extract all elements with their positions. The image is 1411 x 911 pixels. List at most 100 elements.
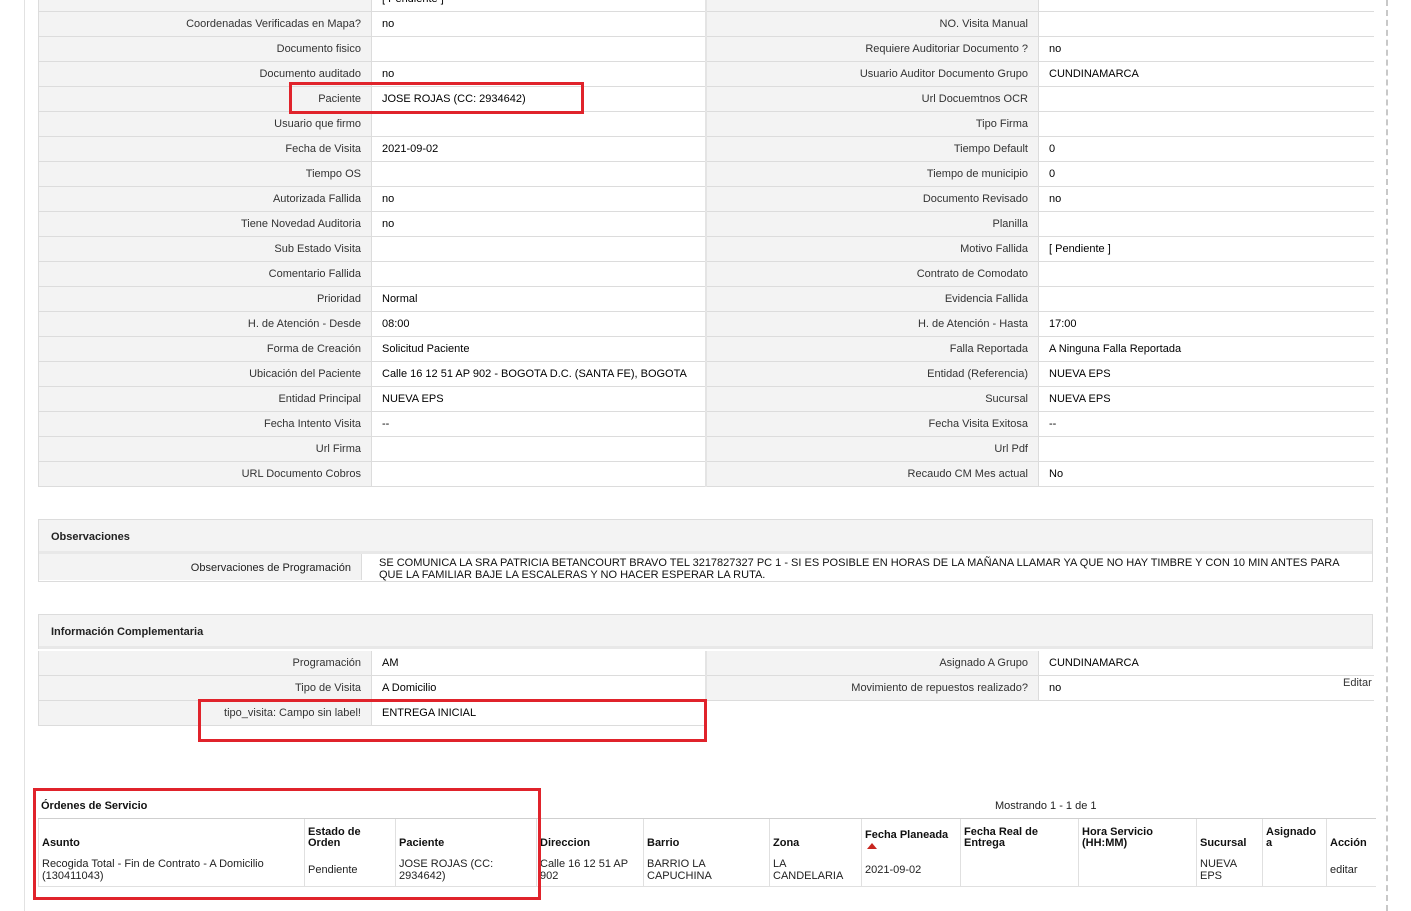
details-table: Toma de Datos GPS[ Pendiente ]Corrección… <box>38 0 1374 487</box>
ubicacion-del-paciente-label: Ubicación del Paciente <box>38 361 372 387</box>
form-row: tipo_visita: Campo sin label! ENTREGA INI… <box>38 700 1374 726</box>
observaciones-value: SE COMUNICA LA SRA PATRICIA BETANCOURT B… <box>379 557 1339 581</box>
toma-de-datos-gps-value: [ Pendiente ] <box>371 0 707 12</box>
usuario-auditor-documento-grupo-label: Usuario Auditor Documento Grupo <box>705 61 1039 87</box>
requiere-auditoriar-documento-value: no <box>1038 36 1374 62</box>
comentario-fallida-value <box>371 261 707 287</box>
column-header-label: Hora Servicio (HH:MM) <box>1082 826 1153 849</box>
order-cell-asignado-a <box>1262 854 1327 887</box>
contrato-de-comodato-value <box>1038 261 1374 287</box>
usuario-auditor-documento-grupo-value: CUNDINAMARCA <box>1038 61 1374 87</box>
autorizada-fallida-value: no <box>371 186 707 212</box>
form-row: Ubicación del Paciente Calle 16 12 51 AP … <box>38 361 1374 387</box>
tiempo-os-value <box>371 161 707 187</box>
column-header-label: Fecha Real de Entrega <box>964 826 1038 849</box>
order-row[interactable]: Recogida Total - Fin de Contrato - A Dom… <box>38 854 1376 887</box>
column-header-label: Fecha Planeada <box>865 829 949 841</box>
tiempo-default-value: 0 <box>1038 136 1374 162</box>
documento-auditado-value: no <box>371 61 707 87</box>
column-header-estado-de-orden[interactable]: Estado de Orden <box>304 818 396 854</box>
editar-link[interactable]: Editar <box>1343 677 1372 689</box>
column-header-accion[interactable]: Acción <box>1326 818 1376 854</box>
fecha-visita-exitosa-value: -- <box>1038 411 1374 437</box>
form-row: Fecha Intento Visita -- Fecha Visita Exit… <box>38 411 1374 437</box>
url-docuemtnos-ocr-label: Url Docuemtnos OCR <box>705 86 1039 112</box>
column-header-barrio[interactable]: Barrio <box>643 818 770 854</box>
order-cell-direccion: Calle 16 12 51 AP 902 <box>536 854 644 887</box>
form-row: Toma de Datos GPS[ Pendiente ]Corrección… <box>38 0 1374 12</box>
asignado-a-grupo-label: Asignado A Grupo <box>705 651 1039 676</box>
tipo-de-visita-label: Tipo de Visita <box>38 675 372 701</box>
tiempo-default-label: Tiempo Default <box>705 136 1039 162</box>
documento-revisado-label: Documento Revisado <box>705 186 1039 212</box>
tiempo-de-municipio-value: 0 <box>1038 161 1374 187</box>
tipo-de-visita-value: A Domicilio <box>371 675 707 701</box>
sucursal-label: Sucursal <box>705 386 1039 412</box>
tiempo-os-label: Tiempo OS <box>38 161 372 187</box>
form-row: H. de Atención - Desde 08:00 H. de Atenció… <box>38 311 1374 337</box>
column-header-label: Sucursal <box>1200 837 1247 849</box>
fecha-de-visita-label: Fecha de Visita <box>38 136 372 162</box>
asignado-a-grupo-value: CUNDINAMARCA <box>1038 651 1374 676</box>
toma-de-datos-gps-label: Toma de Datos GPS <box>38 0 372 12</box>
motivo-fallida-value: [ Pendiente ] <box>1038 236 1374 262</box>
column-header-direccion[interactable]: Direccion <box>536 818 644 854</box>
no-visita-manual-label: NO. Visita Manual <box>705 11 1039 37</box>
h-de-atencion-desde-value: 08:00 <box>371 311 707 337</box>
column-header-asunto[interactable]: Asunto <box>38 818 305 854</box>
tipo-visita-campo-sin-label-label: tipo_visita: Campo sin label! <box>38 700 372 726</box>
autorizada-fallida-label: Autorizada Fallida <box>38 186 372 212</box>
column-header-fecha-planeada[interactable]: Fecha Planeada <box>861 818 961 854</box>
paciente-value: JOSE ROJAS (CC: 2934642) <box>371 86 707 112</box>
column-header-fecha-real-de-entrega[interactable]: Fecha Real de Entrega <box>960 818 1079 854</box>
usuario-que-firmo-value <box>371 111 707 137</box>
column-header-label: Direccion <box>540 837 591 849</box>
form-row: Comentario Fallida Contrato de Comodato <box>38 261 1374 287</box>
order-cell-accion[interactable]: editar <box>1326 854 1376 887</box>
observaciones-header: Observaciones <box>39 520 1372 554</box>
column-header-hora-servicio-hh-mm[interactable]: Hora Servicio (HH:MM) <box>1078 818 1197 854</box>
no-visita-manual-value <box>1038 11 1374 37</box>
evidencia-fallida-value <box>1038 286 1374 312</box>
order-cell-hora-servicio-hh-mm <box>1078 854 1197 887</box>
tipo-firma-label: Tipo Firma <box>705 111 1039 137</box>
order-cell-barrio: BARRIO LA CAPUCHINA <box>643 854 770 887</box>
column-header-paciente[interactable]: Paciente <box>395 818 537 854</box>
tipo-visita-campo-sin-label-value: ENTREGA INICIAL <box>371 700 707 726</box>
comentario-fallida-label: Comentario Fallida <box>38 261 372 287</box>
column-header-sucursal[interactable]: Sucursal <box>1196 818 1263 854</box>
form-row: Programación AM Asignado A Grupo CUNDINAMAR… <box>38 651 1374 676</box>
entidad-referencia-label: Entidad (Referencia) <box>705 361 1039 387</box>
h-de-atencion-hasta-label: H. de Atención - Hasta <box>705 311 1039 337</box>
order-cell-estado-de-orden: Pendiente <box>304 854 396 887</box>
tiene-novedad-auditoria-label: Tiene Novedad Auditoria <box>38 211 372 237</box>
order-cell-fecha-planeada: 2021-09-02 <box>861 854 961 887</box>
empty-value <box>1038 700 1374 726</box>
coordenadas-verificadas-en-mapa-value: no <box>371 11 707 37</box>
forma-de-creacion-label: Forma de Creación <box>38 336 372 362</box>
form-row: Entidad Principal NUEVA EPS Sucursal NUEVA … <box>38 386 1374 412</box>
form-row: Url Firma Url Pdf <box>38 436 1374 462</box>
paciente-label: Paciente <box>38 86 372 112</box>
order-cell-paciente: JOSE ROJAS (CC: 2934642) <box>395 854 537 887</box>
column-header-zona[interactable]: Zona <box>769 818 862 854</box>
url-documento-cobros-value <box>371 461 707 487</box>
orders-title: Órdenes de Servicio <box>41 800 148 812</box>
left-border-line <box>24 0 25 911</box>
url-pdf-value <box>1038 436 1374 462</box>
complementaria-section: Información Complementaria <box>38 614 1373 649</box>
complementaria-table: Programación AM Asignado A Grupo CUNDINAMAR… <box>38 651 1374 726</box>
recaudo-cm-mes-actual-label: Recaudo CM Mes actual <box>705 461 1039 487</box>
sub-estado-visita-value <box>371 236 707 262</box>
form-row: Prioridad Normal Evidencia Fallida <box>38 286 1374 312</box>
recaudo-cm-mes-actual-value: No <box>1038 461 1374 487</box>
contrato-de-comodato-label: Contrato de Comodato <box>705 261 1039 287</box>
right-dashed-border <box>1386 0 1388 911</box>
column-header-label: Estado de Orden <box>308 826 361 849</box>
documento-fisico-value <box>371 36 707 62</box>
column-header-asignado-a[interactable]: Asignado a <box>1262 818 1327 854</box>
url-pdf-label: Url Pdf <box>705 436 1039 462</box>
documento-revisado-value: no <box>1038 186 1374 212</box>
sort-ascending-icon[interactable] <box>867 843 877 849</box>
tiene-novedad-auditoria-value: no <box>371 211 707 237</box>
